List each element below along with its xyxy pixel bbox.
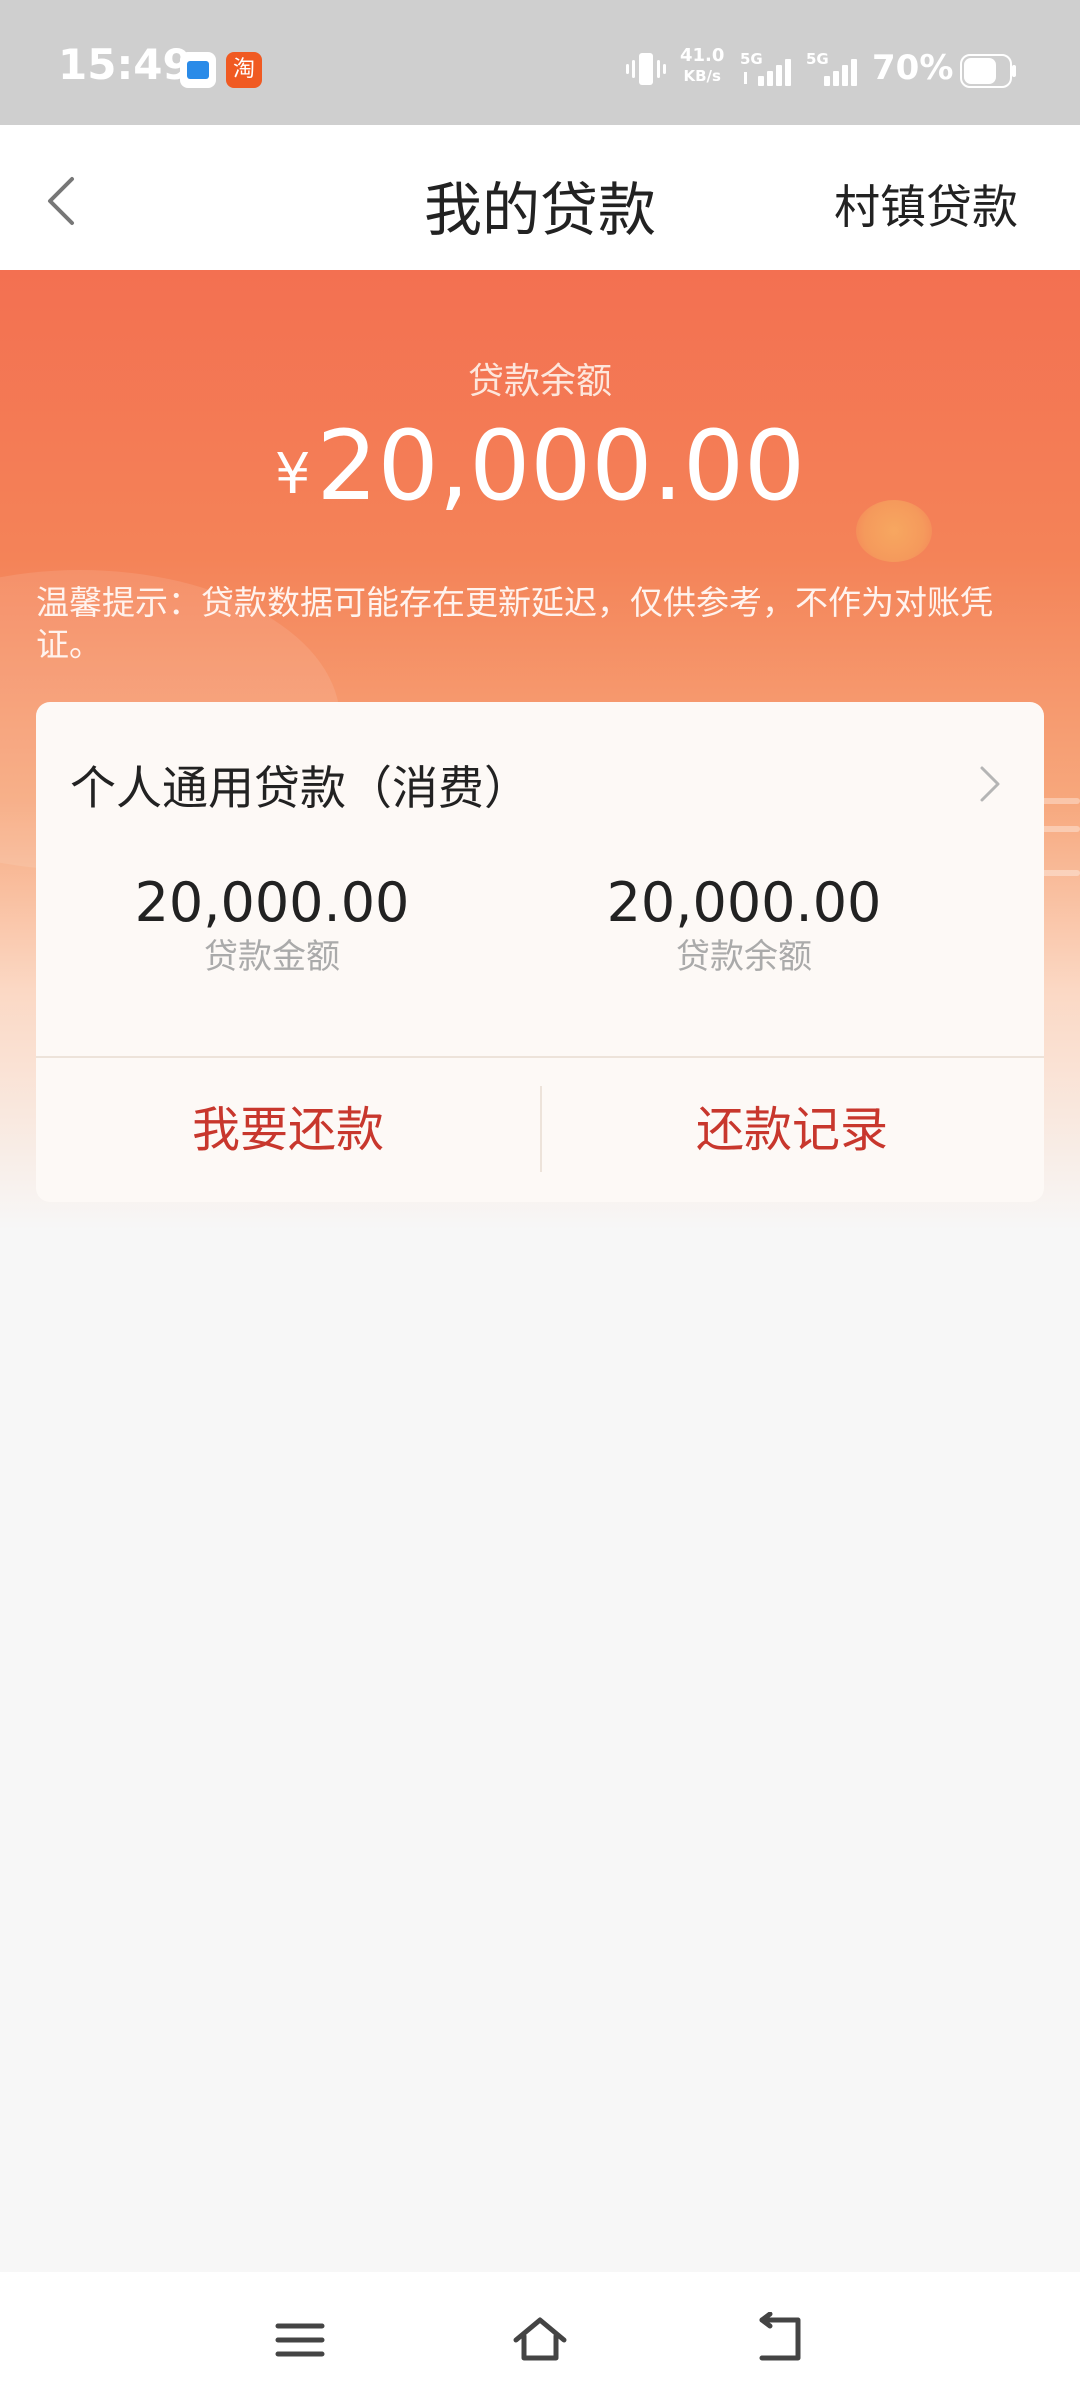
loan-card: 个人通用贷款（消费） 20,000.00 贷款金额 20,000.00 贷款余额… xyxy=(36,702,1044,1202)
loan-balance-label: 贷款余额 xyxy=(676,937,812,977)
currency-symbol: ¥ xyxy=(274,442,311,507)
system-nav-bar xyxy=(0,2272,1080,2400)
chevron-right-icon xyxy=(980,766,1000,802)
village-bank-loan-link[interactable]: 村镇贷款 xyxy=(834,171,1018,237)
loan-amount-stat: 20,000.00 贷款金额 xyxy=(36,870,508,978)
battery-icon xyxy=(960,54,1016,88)
signal-strength-icon: 5G xyxy=(740,50,804,90)
hero-decoration-line xyxy=(1040,826,1080,832)
home-icon[interactable] xyxy=(510,2312,570,2368)
loan-balance-value: 20,000.00 xyxy=(606,871,882,934)
loan-balance-stat: 20,000.00 贷款余额 xyxy=(508,870,980,978)
status-time: 15:49 xyxy=(58,40,192,89)
loan-amount-value: 20,000.00 xyxy=(134,871,410,934)
app-notification-icon xyxy=(180,52,216,88)
network-speed-value: 41.0 xyxy=(680,45,725,66)
vibrate-icon xyxy=(626,53,666,85)
repay-button[interactable]: 我要还款 xyxy=(36,1058,540,1202)
repayment-records-button[interactable]: 还款记录 xyxy=(540,1058,1044,1202)
balance-amount: ¥20,000.00 xyxy=(0,410,1080,522)
loan-card-header[interactable]: 个人通用贷款（消费） xyxy=(36,702,1044,862)
system-back-icon[interactable] xyxy=(750,2312,810,2368)
balance-label: 贷款余额 xyxy=(467,361,612,402)
loan-amount-label: 贷款金额 xyxy=(204,937,340,977)
hero-decoration-line xyxy=(1040,798,1080,804)
network-speed: 41.0 KB/s xyxy=(680,46,724,86)
balance-amount-value: 20,000.00 xyxy=(316,410,806,522)
hero-decoration-line xyxy=(1040,870,1080,876)
signal-strength-icon-2: 5G xyxy=(806,50,870,90)
notice-text: 温馨提示：贷款数据可能存在更新延迟，仅供参考，不作为对账凭证。 xyxy=(36,583,993,664)
loan-product-title: 个人通用贷款（消费） xyxy=(70,761,530,815)
taobao-notification-icon: 淘 xyxy=(226,52,262,88)
network-speed-unit: KB/s xyxy=(683,67,721,85)
nav-bar: 我的贷款 村镇贷款 xyxy=(0,125,1080,270)
battery-percentage: 70% xyxy=(872,48,954,88)
menu-icon[interactable] xyxy=(270,2312,330,2368)
status-bar: 15:49 淘 41.0 KB/s 5G 5G 70% xyxy=(0,0,1080,125)
